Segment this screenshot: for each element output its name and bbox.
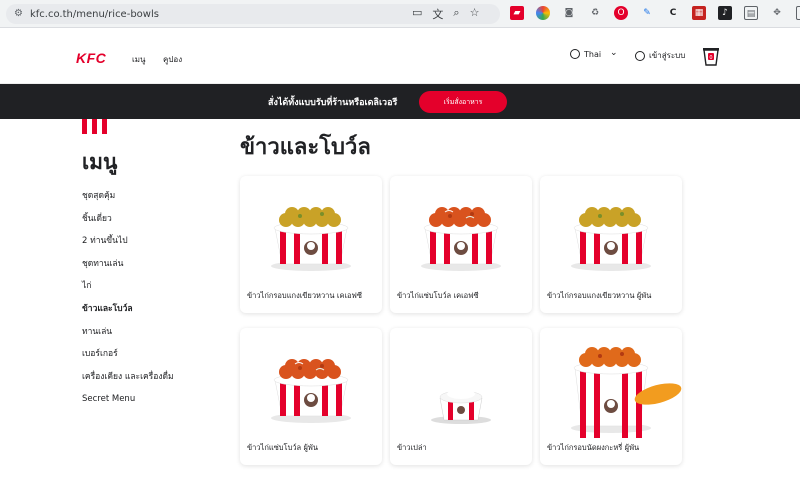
sidebar-item[interactable]: ชุดสุดคุ้ม [82, 190, 174, 213]
extensions-puzzle-icon[interactable]: ✥ [770, 6, 784, 20]
promo-banner: สั่งได้ทั้งแบบรับที่ร้านหรือเดลิเวอรี เร… [0, 84, 800, 119]
globe-icon [570, 49, 580, 59]
login-button[interactable]: เข้าสู่ระบบ [635, 49, 685, 62]
sidebar-item[interactable]: เบอร์เกอร์ [82, 348, 174, 371]
extension-music-icon[interactable]: ♪ [718, 6, 732, 20]
product-card[interactable]: ข้าวไก่แซ่บโบว์ล เคเอฟซี [390, 176, 532, 313]
product-card[interactable]: ข้าวไก่กรอบแกงเขียวหวาน เคเอฟซี [240, 176, 382, 313]
banner-text: สั่งได้ทั้งแบบรับที่ร้านหรือเดลิเวอรี [268, 98, 398, 108]
sidebar-item[interactable]: ชิ้นเดี่ยว [82, 213, 174, 236]
product-image [271, 207, 351, 271]
product-name: ข้าวไก่กรอบแกงเขียวหวาน เคเอฟซี [247, 291, 362, 300]
product-name: ข้าวไก่แซ่บโบว์ล เคเอฟซี [397, 291, 479, 300]
extension-grid-icon[interactable]: ▤ [744, 6, 758, 20]
side-panel-icon[interactable]: ▯ [796, 6, 800, 20]
kfc-logo[interactable]: KFC [76, 50, 106, 66]
product-card[interactable]: ข้าวเปล่า [390, 328, 532, 465]
extension-pen-icon[interactable]: ✎ [640, 6, 654, 20]
translate-icon[interactable]: 文 [432, 6, 443, 22]
cart-bucket-icon[interactable]: 0 [702, 44, 720, 66]
sidebar-menu: ชุดสุดคุ้ม ชิ้นเดี่ยว 2 ท่านขึ้นไป ชุดทานเล… [82, 190, 174, 416]
product-name: ข้าวไก่กรอบแกงเขียวหวาน ผู้พัน [547, 291, 652, 300]
sidebar-title: เมนู [82, 150, 118, 174]
sidebar-item[interactable]: เครื่องเคียง และเครื่องดื่ม [82, 371, 174, 394]
product-name: ข้าวเปล่า [397, 443, 427, 452]
user-icon [635, 50, 645, 61]
page-title: ข้าวและโบว์ล [240, 135, 371, 160]
sidebar-item[interactable]: 2 ท่านขึ้นไป [82, 235, 174, 258]
cast-icon[interactable]: ▭ [412, 6, 422, 22]
extension-red-icon[interactable]: ▦ [692, 6, 706, 20]
extension-opera-icon[interactable]: O [614, 6, 628, 20]
login-label: เข้าสู่ระบบ [649, 51, 686, 60]
extension-c-icon[interactable]: C [666, 6, 680, 20]
bookmark-star-icon[interactable]: ☆ [470, 6, 480, 22]
nav-coupons[interactable]: คูปอง [163, 53, 182, 66]
extension-recycle-icon[interactable]: ♻ [588, 6, 602, 20]
sidebar-item[interactable]: ข้าวและโบว์ล [82, 303, 174, 326]
site-header: KFC เมนู คูปอง Thai ⌄ เข้าสู่ระบบ 0 [0, 29, 800, 84]
browser-toolbar: ⚙ kfc.co.th/menu/rice-bowls ▭ 文 ⌕ ☆ ▰ ◙ … [0, 0, 800, 28]
start-order-button[interactable]: เริ่มสั่งอาหาร [419, 91, 507, 113]
product-name: ข้าวไก่กรอบนัดผงกะหรี่ ผู้พัน [547, 443, 640, 452]
product-image [421, 207, 501, 271]
product-name: ข้าวไก่แซ่บโบว์ล ผู้พัน [247, 443, 318, 452]
product-card[interactable]: ข้าวไก่กรอบนัดผงกะหรี่ ผู้พัน [540, 328, 682, 465]
product-image [271, 359, 351, 423]
sidebar-item[interactable]: ชุดทานเล่น [82, 258, 174, 281]
product-card[interactable]: ข้าวไก่กรอบแกงเขียวหวาน ผู้พัน [540, 176, 682, 313]
product-image [571, 207, 651, 271]
extension-camera-icon[interactable]: ◙ [562, 6, 576, 20]
extension-color-icon[interactable] [536, 6, 550, 20]
extension-flag-icon[interactable]: ▰ [510, 6, 524, 20]
product-image [431, 389, 491, 424]
sidebar-item[interactable]: ทานเล่น [82, 326, 174, 349]
chevron-down-icon[interactable]: ⌄ [610, 48, 618, 58]
site-info-icon[interactable]: ⚙ [14, 9, 24, 19]
sidebar-item[interactable]: Secret Menu [82, 393, 174, 416]
svg-text:0: 0 [709, 55, 712, 61]
language-label: Thai [584, 49, 602, 59]
language-selector[interactable]: Thai [570, 49, 601, 59]
zoom-icon[interactable]: ⌕ [453, 6, 459, 22]
brand-stripes [82, 119, 107, 134]
sidebar-item[interactable]: ไก่ [82, 280, 174, 303]
product-image [571, 347, 682, 438]
url-text: kfc.co.th/menu/rice-bowls [30, 8, 159, 20]
product-card[interactable]: ข้าวไก่แซ่บโบว์ล ผู้พัน [240, 328, 382, 465]
nav-menu[interactable]: เมนู [132, 53, 145, 66]
